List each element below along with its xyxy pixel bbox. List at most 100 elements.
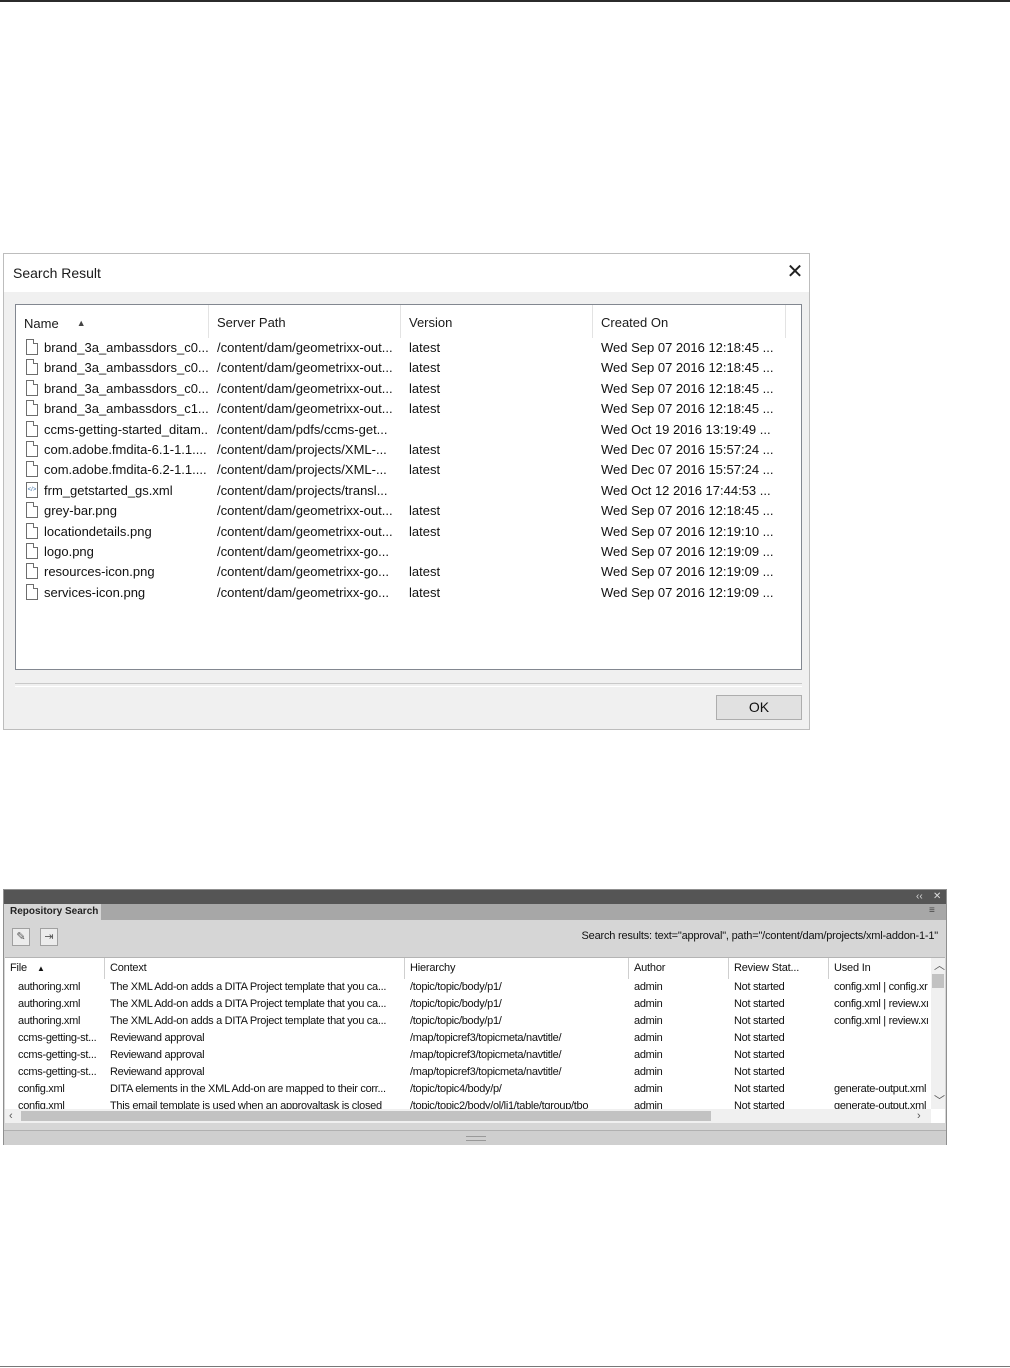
horizontal-scrollbar[interactable]: ‹ › — [5, 1109, 931, 1123]
repository-result-row[interactable]: ccms-getting-st... Reviewand approval/map… — [5, 1064, 930, 1081]
repository-cell-context: This email template is used when an appr… — [110, 1100, 382, 1109]
column-header-name[interactable]: Name ▲ — [16, 305, 209, 338]
column-header-created-on[interactable]: Created On — [593, 305, 786, 338]
edit-icon[interactable]: ✎ — [12, 928, 30, 946]
result-row[interactable]: com.adobe.fmdita-6.1-1.1.... /content/dam… — [16, 440, 801, 460]
repository-result-row[interactable]: authoring.xml The XML Add-on adds a DITA … — [5, 996, 930, 1013]
sort-ascending-icon: ▲ — [36, 964, 45, 973]
result-cell-name: ccms-getting-started_ditam... — [44, 421, 209, 437]
results-list[interactable]: Name ▲ Server Path Version Created On bra… — [15, 304, 802, 670]
vertical-scrollbar[interactable]: ︿ ﹀ — [931, 958, 945, 1109]
result-row[interactable]: grey-bar.png/content/dam/geometrixx-out.… — [16, 501, 801, 521]
repository-cell-context: The XML Add-on adds a DITA Project templ… — [110, 998, 387, 1010]
result-cell-path: /content/dam/geometrixx-out... — [217, 401, 393, 417]
repository-result-row[interactable]: ccms-getting-st... Reviewand approval/map… — [5, 1030, 930, 1047]
result-cell-created: Wed Sep 07 2016 12:18:45 ... — [601, 503, 774, 519]
resize-grip-icon[interactable] — [466, 1136, 486, 1141]
repository-cell-review: Not started — [734, 1032, 785, 1044]
result-cell-created: Wed Sep 07 2016 12:19:10 ... — [601, 523, 774, 539]
result-cell-created: Wed Sep 07 2016 12:18:45 ... — [601, 401, 774, 417]
repository-cell-used-in — [834, 1030, 930, 1047]
repository-result-row[interactable]: config.xml This email template is used wh… — [5, 1098, 930, 1109]
result-row[interactable]: services-icon.png/content/dam/geometrixx… — [16, 583, 801, 603]
column-header-label: Name — [24, 316, 59, 331]
result-cell-path: /content/dam/geometrixx-out... — [217, 523, 393, 539]
result-row[interactable]: com.adobe.fmdita-6.2-1.1.... /content/dam… — [16, 460, 801, 480]
result-cell-name: frm_getstarted_gs.xml — [44, 482, 173, 498]
result-cell-version — [409, 420, 589, 440]
column-header-file[interactable]: File ▲ — [5, 958, 105, 979]
column-header-version[interactable]: Version — [401, 305, 593, 338]
scroll-right-icon[interactable]: › — [917, 1110, 921, 1122]
repository-result-row[interactable]: authoring.xml The XML Add-on adds a DITA … — [5, 1013, 930, 1030]
result-cell-version — [409, 481, 589, 501]
page-top-rule — [0, 0, 1010, 2]
result-cell-created: Wed Oct 12 2016 17:44:53 ... — [601, 482, 771, 498]
insert-icon[interactable]: ⇥ — [40, 928, 58, 946]
column-header-label: Context — [110, 962, 147, 974]
result-cell-version: latest — [409, 564, 441, 580]
result-cell-version: latest — [409, 503, 441, 519]
repository-cell-review: Not started — [734, 1049, 785, 1061]
result-cell-created: Wed Oct 19 2016 13:19:49 ... — [601, 421, 771, 437]
repository-cell-author: admin — [634, 1100, 663, 1109]
result-row[interactable]: logo.png/content/dam/geometrixx-go... Wed… — [16, 542, 801, 562]
file-icon — [26, 461, 38, 478]
repository-cell-used-in — [834, 1064, 930, 1081]
vertical-scroll-thumb[interactable] — [932, 974, 944, 988]
collapse-icon[interactable]: ‹‹ — [916, 890, 923, 904]
column-header-label: Review Stat... — [734, 962, 800, 974]
repository-result-row[interactable]: ccms-getting-st... Reviewand approval/map… — [5, 1047, 930, 1064]
column-header-label: Version — [409, 315, 453, 330]
repository-cell-author: admin — [634, 1083, 663, 1095]
repository-results-table[interactable]: File ▲ Context Hierarchy Author Review St… — [5, 957, 945, 1123]
file-icon — [26, 522, 38, 539]
tab-repository-search[interactable]: Repository Search — [4, 904, 101, 920]
scroll-up-icon[interactable]: ︿ — [934, 960, 945, 972]
close-panel-icon[interactable]: ✕ — [933, 890, 941, 904]
result-cell-version: latest — [409, 462, 441, 478]
column-header-used-in[interactable]: Used In — [829, 958, 931, 979]
repository-cell-review: Not started — [734, 1015, 785, 1027]
result-cell-version: latest — [409, 380, 441, 396]
repository-cell-file: authoring.xml — [18, 1015, 81, 1027]
result-cell-version: latest — [409, 340, 441, 355]
result-row[interactable]: ccms-getting-started_ditam... /content/da… — [16, 420, 801, 440]
ok-button[interactable]: OK — [716, 695, 802, 720]
search-status-text: Search results: text="approval", path="/… — [581, 930, 939, 942]
close-icon[interactable]: ✕ — [784, 261, 806, 283]
column-header-review-status[interactable]: Review Stat... — [729, 958, 829, 979]
xml-file-icon: </> — [26, 481, 38, 498]
column-header-hierarchy[interactable]: Hierarchy — [405, 958, 629, 979]
result-row[interactable]: locationdetails.png/content/dam/geometri… — [16, 522, 801, 542]
horizontal-scroll-thumb[interactable] — [21, 1111, 711, 1121]
column-header-context[interactable]: Context — [105, 958, 405, 979]
scroll-left-icon[interactable]: ‹ — [9, 1110, 13, 1122]
scroll-down-icon[interactable]: ﹀ — [934, 1095, 945, 1107]
panel-menu-icon[interactable]: ≡ — [929, 905, 935, 916]
result-cell-created: Wed Dec 07 2016 15:57:24 ... — [601, 442, 774, 457]
result-cell-created: Wed Sep 07 2016 12:19:09 ... — [601, 584, 774, 600]
repository-cell-context: DITA elements in the XML Add-on are mapp… — [110, 1083, 386, 1095]
result-row[interactable]: brand_3a_ambassdors_c0... /content/dam/ge… — [16, 379, 801, 399]
result-row[interactable]: brand_3a_ambassdors_c1... /content/dam/ge… — [16, 399, 801, 419]
column-header-server-path[interactable]: Server Path — [209, 305, 401, 338]
column-header-author[interactable]: Author — [629, 958, 729, 979]
result-cell-created: Wed Dec 07 2016 15:57:24 ... — [601, 462, 774, 478]
column-header-label: Used In — [834, 962, 871, 974]
result-cell-version: latest — [409, 442, 441, 457]
result-cell-path: /content/dam/geometrixx-out... — [217, 340, 393, 355]
result-cell-name: com.adobe.fmdita-6.2-1.1.... — [44, 462, 207, 478]
result-row[interactable]: </> frm_getstarted_gs.xml/content/dam/pro… — [16, 481, 801, 501]
file-icon — [26, 379, 38, 396]
result-row[interactable]: brand_3a_ambassdors_c0... /content/dam/ge… — [16, 338, 801, 358]
panel-resize-bar[interactable] — [4, 1130, 946, 1145]
repository-result-row[interactable]: authoring.xml The XML Add-on adds a DITA … — [5, 979, 930, 996]
repository-cell-hierarchy: /topic/topic2/body/ol/li1/table/tgroup/t… — [410, 1100, 589, 1109]
repository-result-row[interactable]: config.xml DITA elements in the XML Add-o… — [5, 1081, 930, 1098]
result-cell-name: grey-bar.png — [44, 503, 117, 519]
repository-cell-used-in: generate-output.xml — [834, 1100, 927, 1109]
result-cell-version — [409, 542, 589, 562]
result-row[interactable]: brand_3a_ambassdors_c0... /content/dam/ge… — [16, 358, 801, 378]
result-row[interactable]: resources-icon.png/content/dam/geometrix… — [16, 562, 801, 582]
